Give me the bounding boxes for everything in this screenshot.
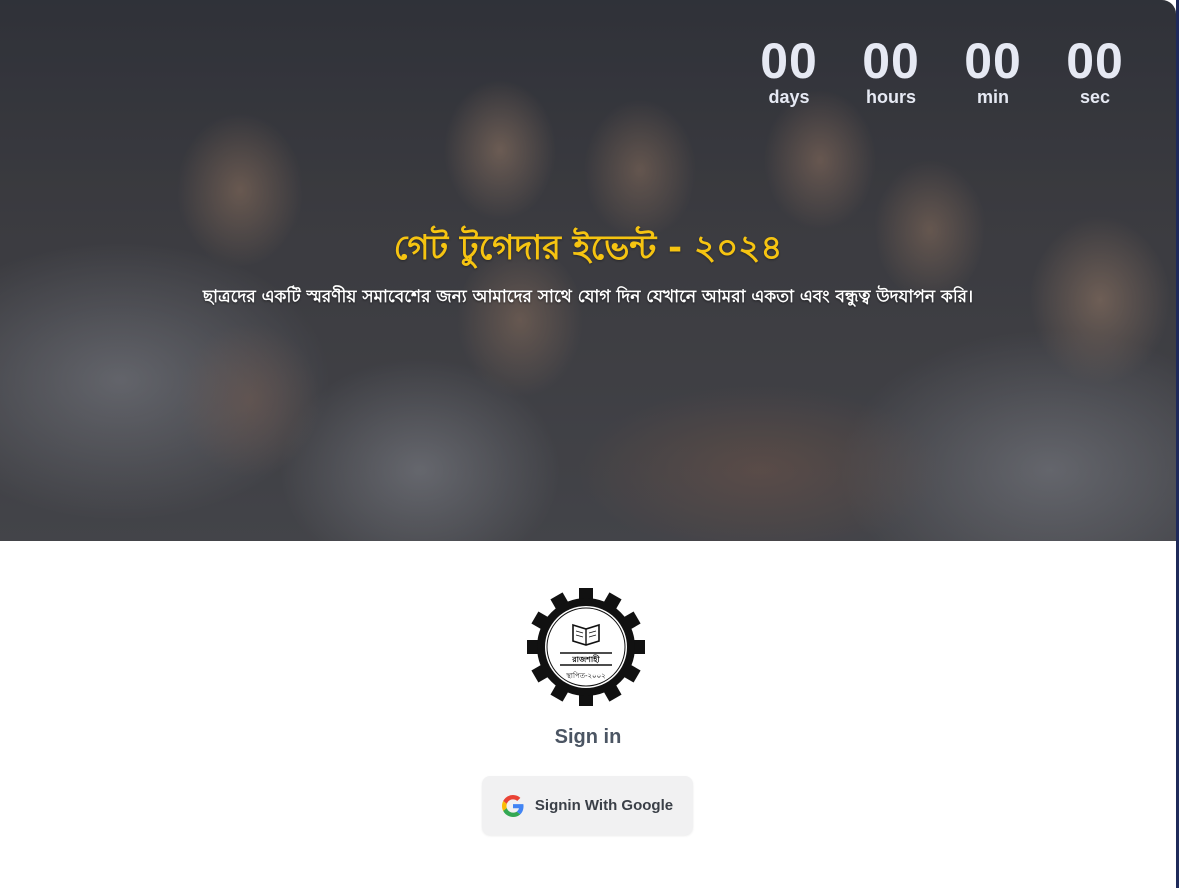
countdown-sec-value: 00 xyxy=(1066,33,1124,89)
countdown-sec: 00 sec xyxy=(1044,34,1146,108)
google-signin-label: Signin With Google xyxy=(534,797,674,814)
countdown-days: 00 days xyxy=(738,34,840,108)
countdown-hours-value: 00 xyxy=(862,33,920,89)
logo-established-text: স্থাপিত-২০০২ xyxy=(565,672,605,680)
institute-logo: রাজশাহী স্থাপিত-২০০২ xyxy=(526,588,646,706)
logo-city-text: রাজশাহী xyxy=(571,653,600,664)
countdown-days-label: days xyxy=(768,87,810,107)
countdown-timer: 00 days 00 hours 00 min 00 sec xyxy=(738,34,1146,108)
gear-seal-icon: রাজশাহী স্থাপিত-২০০২ xyxy=(527,588,645,706)
google-g-icon xyxy=(501,794,524,817)
countdown-min: 00 min xyxy=(942,34,1044,108)
countdown-hours: 00 hours xyxy=(840,34,942,108)
event-title: গেট টুগেদার ইভেন্ট - ২০২৪ xyxy=(393,228,783,268)
google-signin-button[interactable]: Signin With Google xyxy=(482,776,693,835)
hero-banner: 00 days 00 hours 00 min 00 sec গেট টুগেদ… xyxy=(0,0,1176,541)
countdown-hours-label: hours xyxy=(865,87,916,107)
countdown-days-value: 00 xyxy=(760,33,818,89)
countdown-min-label: min xyxy=(976,87,1009,107)
sign-in-heading: Sign in xyxy=(554,726,622,748)
event-subtitle: ছাত্রদের একটি স্মরণীয় সমাবেশের জন্য আমা… xyxy=(202,287,974,307)
countdown-min-value: 00 xyxy=(964,33,1022,89)
countdown-sec-label: sec xyxy=(1079,87,1111,107)
